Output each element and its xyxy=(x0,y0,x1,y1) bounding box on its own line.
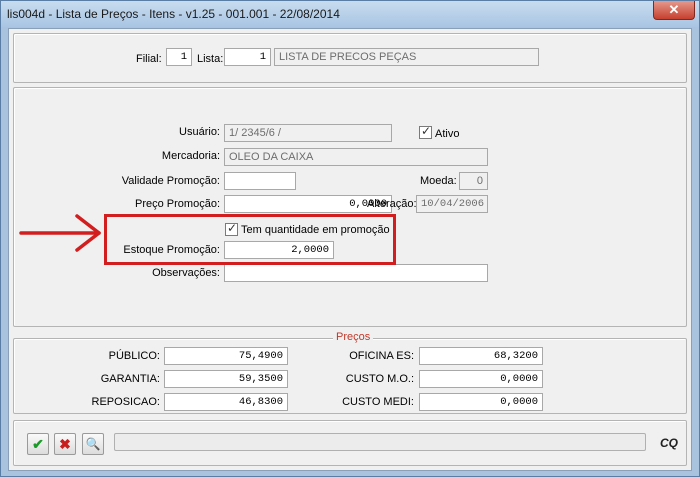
garantia-label: GARANTIA: xyxy=(100,373,160,385)
alteracao-label: Alteração: xyxy=(367,198,417,210)
filial-label: Filial: xyxy=(136,53,162,65)
close-button[interactable]: ✕ xyxy=(653,1,695,20)
custo-mo-label: CUSTO M.O.: xyxy=(345,373,414,385)
check-icon: ✔ xyxy=(32,436,44,452)
window-title: lis004d - Lista de Preços - Itens - v1.2… xyxy=(7,7,340,21)
validade-promocao-label: Validade Promoção: xyxy=(121,175,220,187)
lista-description-field: LISTA DE PRECOS PEÇAS xyxy=(274,48,539,66)
window-client-area: Filial: 1 Lista: 1 LISTA DE PRECOS PEÇAS… xyxy=(8,28,692,471)
form-panel: Usuário: 1/ 2345/6 / Ativo Mercadoria: O… xyxy=(13,87,687,327)
custo-medi-field: 0,0000 xyxy=(419,393,543,411)
usuario-field: 1/ 2345/6 / xyxy=(224,124,392,142)
annotation-arrow xyxy=(19,214,101,252)
publico-label: PÚBLICO: xyxy=(108,350,160,362)
garantia-field: 59,3500 xyxy=(164,370,288,388)
oficina-field: 68,3200 xyxy=(419,347,543,365)
cq-logo: CQ xyxy=(660,436,678,450)
preco-promocao-label: Preço Promoção: xyxy=(135,198,220,210)
cancel-button[interactable]: ✖ xyxy=(54,433,76,455)
validade-promocao-field[interactable] xyxy=(224,172,296,190)
confirm-button[interactable]: ✔ xyxy=(27,433,49,455)
highlight-box xyxy=(104,214,396,265)
ativo-checkbox[interactable] xyxy=(419,124,432,139)
magnifier-icon: 🔍 xyxy=(85,437,101,451)
observacoes-label: Observações: xyxy=(152,267,220,279)
moeda-field: 0 xyxy=(459,172,488,190)
header-panel: Filial: 1 Lista: 1 LISTA DE PRECOS PEÇAS xyxy=(13,33,687,83)
ativo-label: Ativo xyxy=(435,128,460,140)
precos-legend: Preços xyxy=(333,331,374,343)
reposicao-label: REPOSICAO: xyxy=(91,396,160,408)
lista-field[interactable]: 1 xyxy=(224,48,271,66)
alteracao-field: 10/04/2006 xyxy=(416,195,488,213)
oficina-label: OFICINA ES: xyxy=(349,350,414,362)
mercadoria-label: Mercadoria: xyxy=(161,150,220,162)
reposicao-field: 46,8300 xyxy=(164,393,288,411)
usuario-label: Usuário: xyxy=(179,126,220,138)
status-bar xyxy=(114,433,646,451)
filial-field[interactable]: 1 xyxy=(166,48,192,66)
moeda-label: Moeda: xyxy=(420,175,457,187)
app-window: lis004d - Lista de Preços - Itens - v1.2… xyxy=(0,0,700,477)
custo-mo-field: 0,0000 xyxy=(419,370,543,388)
title-bar: lis004d - Lista de Preços - Itens - v1.2… xyxy=(1,1,699,27)
lista-label: Lista: xyxy=(197,53,224,65)
precos-panel: PÚBLICO: 75,4900 GARANTIA: 59,3500 REPOS… xyxy=(13,338,687,414)
bottom-toolbar: ✔ ✖ 🔍 CQ xyxy=(13,420,687,466)
close-icon: ✕ xyxy=(668,2,680,17)
search-button[interactable]: 🔍 xyxy=(82,433,104,455)
custo-medi-label: CUSTO MEDI: xyxy=(342,396,414,408)
observacoes-field[interactable] xyxy=(224,264,488,282)
mercadoria-field: OLEO DA CAIXA xyxy=(224,148,488,166)
publico-field: 75,4900 xyxy=(164,347,288,365)
x-icon: ✖ xyxy=(59,436,71,452)
